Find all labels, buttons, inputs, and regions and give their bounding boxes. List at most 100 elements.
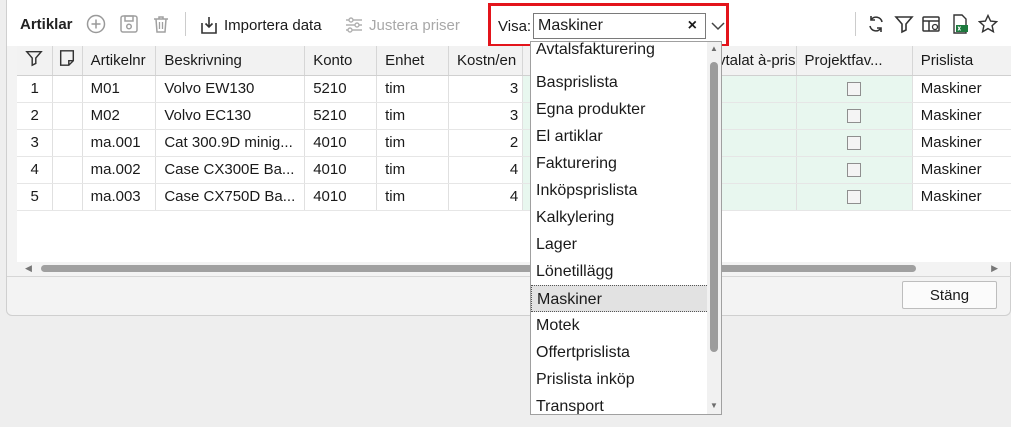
note-cell[interactable] [52,129,83,157]
artikelnr-cell[interactable]: ma.002 [82,156,157,184]
dropdown-option[interactable]: Fakturering [531,150,709,177]
prislista-cell[interactable]: Maskiner [912,129,1011,157]
table-row[interactable]: 5 ma.003 Case CX750D Ba... 4010 tim 4 Ma… [17,183,1011,211]
kostn-cell[interactable]: 4 [448,183,524,211]
artikelnr-cell[interactable]: M02 [82,102,157,130]
column-header-artikelnr[interactable]: Artikelnr [82,46,157,76]
dropdown-option[interactable]: Avtalsfakturering [531,42,709,63]
visa-dropdown-list[interactable]: Avtalsfakturering Basprislista Egna prod… [530,41,722,415]
column-note-header[interactable] [52,46,83,76]
column-header-konto[interactable]: Konto [304,46,378,76]
prislista-cell[interactable]: Maskiner [912,102,1011,130]
table-row[interactable]: 2 M02 Volvo EC130 5210 tim 3 Maskiner [17,102,1011,130]
dropdown-option[interactable]: Basprislista [531,69,709,96]
clear-icon[interactable]: × [688,17,697,35]
column-filter-header[interactable] [17,46,54,76]
dropdown-option[interactable]: Egna produkter [531,96,709,123]
projektfav-checkbox[interactable] [847,136,862,151]
horizontal-scrollbar[interactable]: ◀ ▶ [21,262,1002,274]
beskrivning-cell[interactable]: Case CX750D Ba... [155,183,306,211]
scroll-right-icon[interactable]: ▶ [991,263,998,274]
scroll-up-icon[interactable]: ▲ [710,44,718,53]
dropdown-option[interactable]: Motek [531,312,709,339]
column-header-kostn[interactable]: Kostn/en [448,46,524,76]
kostn-cell[interactable]: 3 [448,75,524,103]
note-cell[interactable] [52,156,83,184]
projektfav-checkbox[interactable] [847,109,862,124]
projektfav-cell[interactable] [796,156,913,184]
visa-label: Visa: [498,18,532,35]
kostn-cell[interactable]: 2 [448,129,524,157]
visa-selected-value: Maskiner [538,17,603,34]
projektfav-cell[interactable] [796,102,913,130]
column-header-beskrivning[interactable]: Beskrivning [155,46,306,76]
import-data-button[interactable]: Importera data [199,13,322,37]
save-icon[interactable] [118,13,140,35]
note-cell[interactable] [52,183,83,211]
enhet-cell[interactable]: tim [376,75,450,103]
dropdown-option[interactable]: Lönetillägg [531,258,709,285]
beskrivning-cell[interactable]: Volvo EC130 [155,102,306,130]
filter-icon[interactable] [893,13,915,35]
table-row[interactable]: 3 ma.001 Cat 300.9D minig... 4010 tim 2 … [17,129,1011,157]
beskrivning-cell[interactable]: Case CX300E Ba... [155,156,306,184]
chevron-down-icon[interactable] [709,15,727,37]
konto-cell[interactable]: 5210 [304,75,378,103]
beskrivning-cell[interactable]: Cat 300.9D minig... [155,129,306,157]
dropdown-option[interactable]: Offertprislista [531,339,709,366]
dropdown-option[interactable]: Transport [531,393,709,414]
delete-icon[interactable] [150,13,172,35]
projektfav-cell[interactable] [796,183,913,211]
konto-cell[interactable]: 4010 [304,156,378,184]
prislista-cell[interactable]: Maskiner [912,183,1011,211]
dropdown-scrollbar-thumb[interactable] [710,62,718,352]
konto-cell[interactable]: 4010 [304,183,378,211]
kostn-cell[interactable]: 3 [448,102,524,130]
artikelnr-cell[interactable]: ma.003 [82,183,157,211]
enhet-cell[interactable]: tim [376,156,450,184]
projektfav-checkbox[interactable] [847,190,862,205]
refresh-icon[interactable] [865,13,887,35]
close-button[interactable]: Stäng [902,281,997,309]
star-icon[interactable] [977,13,999,35]
enhet-cell[interactable]: tim [376,129,450,157]
scroll-left-icon[interactable]: ◀ [25,263,32,274]
dropdown-scrollbar[interactable]: ▲ ▼ [707,42,721,414]
table-row[interactable]: 4 ma.002 Case CX300E Ba... 4010 tim 4 Ma… [17,156,1011,184]
scroll-down-icon[interactable]: ▼ [710,401,718,410]
excel-export-icon[interactable] [949,13,971,35]
table-row[interactable]: 1 M01 Volvo EW130 5210 tim 3 Maskiner [17,75,1011,103]
prislista-cell[interactable]: Maskiner [912,156,1011,184]
konto-cell[interactable]: 5210 [304,102,378,130]
projektfav-cell[interactable] [796,75,913,103]
adjust-prices-button[interactable]: Justera priser [344,13,460,37]
column-header-prislista[interactable]: Prislista [912,46,1011,76]
visa-select[interactable]: Maskiner × [533,13,706,39]
dropdown-option[interactable]: El artiklar [531,123,709,150]
prislista-cell[interactable]: Maskiner [912,75,1011,103]
artikelnr-cell[interactable]: M01 [82,75,157,103]
kostn-cell[interactable]: 4 [448,156,524,184]
table-header-row: Artikelnr Beskrivning Konto Enhet Kostn/… [17,46,1011,76]
scrollbar-thumb[interactable] [41,265,916,272]
enhet-cell[interactable]: tim [376,183,450,211]
note-cell[interactable] [52,75,83,103]
dropdown-option[interactable]: Prislista inköp [531,366,709,393]
projektfav-checkbox[interactable] [847,163,862,178]
dropdown-option[interactable]: Kalkylering [531,204,709,231]
column-header-projektfav[interactable]: Projektfav... [796,46,913,76]
projektfav-checkbox[interactable] [847,82,862,97]
column-settings-icon[interactable] [920,13,942,35]
konto-cell[interactable]: 4010 [304,129,378,157]
dropdown-option-selected[interactable]: Maskiner [531,285,709,312]
dropdown-option[interactable]: Inköpsprislista [531,177,709,204]
projektfav-cell[interactable] [796,129,913,157]
note-cell[interactable] [52,102,83,130]
artikelnr-cell[interactable]: ma.001 [82,129,157,157]
sliders-icon [346,17,362,33]
column-header-enhet[interactable]: Enhet [376,46,450,76]
add-icon[interactable] [85,13,107,35]
dropdown-option[interactable]: Lager [531,231,709,258]
beskrivning-cell[interactable]: Volvo EW130 [155,75,306,103]
enhet-cell[interactable]: tim [376,102,450,130]
